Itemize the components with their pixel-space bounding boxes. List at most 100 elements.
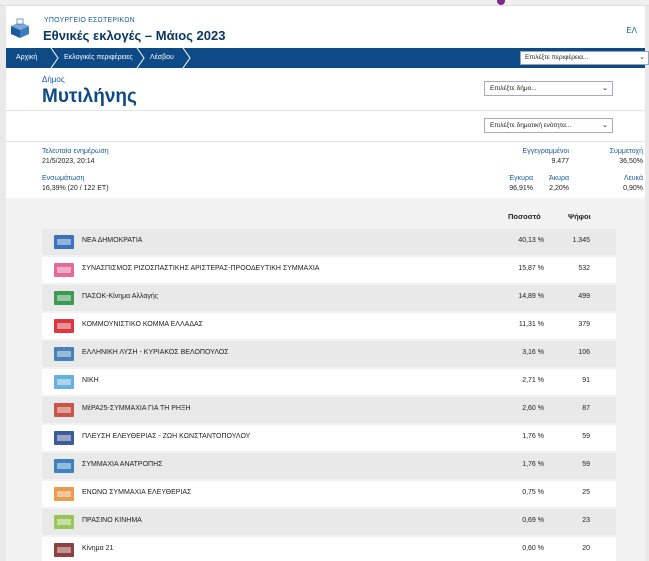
party-name: ΣΥΜΜΑΧΙΑ ΑΝΑΤΡΟΠΗΣ (82, 461, 163, 468)
ballot-box-logo-icon[interactable] (8, 18, 32, 38)
party-votes: 25 (582, 489, 590, 496)
right-gutter (645, 6, 649, 561)
party-votes: 20 (582, 545, 590, 552)
party-percent: 14,89 % (518, 293, 544, 300)
party-votes: 379 (578, 321, 590, 328)
party-votes: 1.345 (572, 237, 590, 244)
invalid-value: 2,20% (549, 185, 569, 192)
region-select[interactable]: Επιλέξτε περιφέρεια... ⌄ (520, 51, 649, 65)
chevron-down-icon: ⌄ (602, 122, 608, 129)
party-name: ΣΥΝΑΣΠΙΣΜΟΣ ΡΙΖΟΣΠΑΣΤΙΚΗΣ ΑΡΙΣΤΕΡΑΣ-ΠΡΟΟ… (82, 265, 320, 272)
party-name: ΝΙΚΗ (82, 377, 99, 384)
anatropi-logo-icon (54, 459, 74, 473)
party-votes: 91 (582, 377, 590, 384)
party-percent: 2,60 % (522, 405, 544, 412)
blank-value: 0,90% (623, 185, 643, 192)
table-row[interactable]: ΝΙΚΗ 2,71 % 91 (42, 369, 616, 395)
plefsi-logo-icon (54, 431, 74, 445)
party-name: ΜέΡΑ25-ΣΥΜΜΑΧΙΑ ΓΙΑ ΤΗ ΡΗΞΗ (82, 405, 191, 412)
table-row[interactable]: ΠΑΣΟΚ-Κίνημα Αλλαγής 14,89 % 499 (42, 285, 616, 311)
table-row[interactable]: ΠΛΕΥΣΗ ΕΛΕΥΘΕΡΙΑΣ - ΖΩΗ ΚΩΝΣΤΑΝΤΟΠΟΥΛΟΥ 1… (42, 425, 616, 451)
party-percent: 1,76 % (522, 433, 544, 440)
browser-profile-icon (497, 0, 505, 5)
elliniki-lysi-logo-icon (54, 347, 74, 361)
turnout-value: 36,50% (619, 158, 643, 165)
registered-value: 9.477 (551, 158, 569, 165)
chevron-down-icon: ⌄ (639, 54, 645, 61)
municipality-select[interactable]: Επιλέξτε δήμο... ⌄ (484, 81, 613, 96)
party-name: ΕΛΛΗΝΙΚΗ ΛΥΣΗ - ΚΥΡΙΑΚΟΣ ΒΕΛΟΠΟΥΛΟΣ (82, 349, 229, 356)
last-update-label: Τελευταία ενημέρωση (42, 148, 109, 155)
party-name: ΠΡΑΣΙΝΟ ΚΙΝΗΜΑ (82, 517, 142, 524)
party-percent: 1,76 % (522, 461, 544, 468)
table-row[interactable]: ΕΛΛΗΝΙΚΗ ΛΥΣΗ - ΚΥΡΙΑΚΟΣ ΒΕΛΟΠΟΥΛΟΣ 3,16 … (42, 341, 616, 367)
party-percent: 2,71 % (522, 377, 544, 384)
breadcrumb-separator-icon (182, 48, 191, 68)
divider (6, 141, 645, 142)
municipality-select-value: Επιλέξτε δήμο... (490, 85, 537, 92)
municipal-unit-select[interactable]: Επιλέξτε δημοτική ενότητα... ⌄ (484, 118, 613, 133)
party-percent: 0,75 % (522, 489, 544, 496)
party-percent: 15,87 % (518, 265, 544, 272)
enono-logo-icon (54, 487, 74, 501)
site-title[interactable]: Εθνικές εκλογές – Μάιος 2023 (43, 28, 225, 43)
table-row[interactable]: ΣΥΝΑΣΠΙΣΜΟΣ ΡΙΖΟΣΠΑΣΤΙΚΗΣ ΑΡΙΣΤΕΡΑΣ-ΠΡΟΟ… (42, 257, 616, 283)
party-percent: 0,60 % (522, 545, 544, 552)
party-votes: 499 (578, 293, 590, 300)
integration-value: 16,39% (20 / 122 ΕΤ) (42, 185, 109, 192)
party-votes: 532 (578, 265, 590, 272)
valid-label: Έγκυρα (508, 175, 533, 182)
last-update-value: 21/5/2023, 20:14 (42, 158, 95, 165)
table-row[interactable]: ΣΥΜΜΑΧΙΑ ΑΝΑΤΡΟΠΗΣ 1,76 % 59 (42, 453, 616, 479)
party-name: ΠΑΣΟΚ-Κίνημα Αλλαγής (82, 293, 159, 300)
municipal-unit-select-value: Επιλέξτε δημοτική ενότητα... (490, 122, 572, 129)
divider (6, 110, 645, 111)
table-row[interactable]: ΠΡΑΣΙΝΟ ΚΙΝΗΜΑ 0,69 % 23 (42, 509, 616, 535)
site-header: ΥΠΟΥΡΓΕΙΟ ΕΣΩΤΕΡΙΚΩΝ Εθνικές εκλογές – Μ… (6, 6, 645, 46)
municipality-label: Δήμος (42, 75, 65, 84)
mera25-logo-icon (54, 403, 74, 417)
chevron-down-icon: ⌄ (602, 85, 608, 92)
party-percent: 0,69 % (522, 517, 544, 524)
breadcrumb-home[interactable]: Αρχική (10, 48, 37, 68)
prasino-logo-icon (54, 515, 74, 529)
nd-logo-icon (54, 235, 74, 249)
party-votes: 23 (582, 517, 590, 524)
kke-logo-icon (54, 319, 74, 333)
party-votes: 59 (582, 461, 590, 468)
table-row[interactable]: ΕΝΩΝΩ ΣΥΜΜΑΧΙΑ ΕΛΕΥΘΕΡΙΑΣ 0,75 % 25 (42, 481, 616, 507)
breadcrumb: Αρχική Εκλογικές περιφέρειες Λέσβου Επιλ… (6, 48, 649, 68)
table-row[interactable]: ΚΟΜΜΟΥΝΙΣΤΙΚΟ ΚΟΜΜΑ ΕΛΛΑΔΑΣ 11,31 % 379 (42, 313, 616, 339)
party-percent: 11,31 % (518, 321, 544, 328)
party-name: ΕΝΩΝΩ ΣΥΜΜΑΧΙΑ ΕΛΕΥΘΕΡΙΑΣ (82, 489, 192, 496)
turnout-label: Συμμετοχή (609, 148, 643, 155)
pasok-logo-icon (54, 291, 74, 305)
kinima21-logo-icon (54, 543, 74, 557)
party-votes: 106 (578, 349, 590, 356)
party-name: ΠΛΕΥΣΗ ΕΛΕΥΘΕΡΙΑΣ - ΖΩΗ ΚΩΝΣΤΑΝΤΟΠΟΥΛΟΥ (82, 433, 251, 440)
column-header-votes: Ψήφοι (568, 212, 591, 221)
blank-label: Λευκά (623, 175, 643, 182)
table-row[interactable]: ΜέΡΑ25-ΣΥΜΜΑΧΙΑ ΓΙΑ ΤΗ ΡΗΞΗ 2,60 % 87 (42, 397, 616, 423)
column-header-percent: Ποσοστό (508, 212, 541, 221)
party-name: Κίνημα 21 (82, 545, 114, 552)
table-row[interactable]: Κίνημα 21 0,60 % 20 (42, 537, 616, 561)
breadcrumb-regions[interactable]: Εκλογικές περιφέρειες (58, 48, 133, 68)
party-name: ΝΕΑ ΔΗΜΟΚΡΑΤΙΑ (82, 237, 143, 244)
party-percent: 40,13 % (518, 237, 544, 244)
integration-label: Ενσωμάτωση (42, 175, 85, 182)
invalid-label: Άκυρα (548, 175, 569, 182)
party-votes: 87 (582, 405, 590, 412)
registered-label: Εγγεγραμμένοι (522, 148, 569, 155)
ministry-label: ΥΠΟΥΡΓΕΙΟ ΕΣΩΤΕΡΙΚΩΝ (44, 17, 135, 24)
breadcrumb-lesvos[interactable]: Λέσβου (144, 48, 174, 68)
municipality-name: Μυτιλήνης (42, 86, 137, 107)
language-switch[interactable]: ΕΛ (626, 26, 637, 35)
party-name: ΚΟΜΜΟΥΝΙΣΤΙΚΟ ΚΟΜΜΑ ΕΛΛΑΔΑΣ (82, 321, 203, 328)
table-row[interactable]: ΝΕΑ ΔΗΜΟΚΡΑΤΙΑ 40,13 % 1.345 (42, 229, 616, 255)
syriza-logo-icon (54, 263, 74, 277)
party-votes: 59 (582, 433, 590, 440)
niki-logo-icon (54, 375, 74, 389)
valid-value: 96,91% (509, 185, 533, 192)
region-select-value: Επιλέξτε περιφέρεια... (525, 54, 589, 61)
